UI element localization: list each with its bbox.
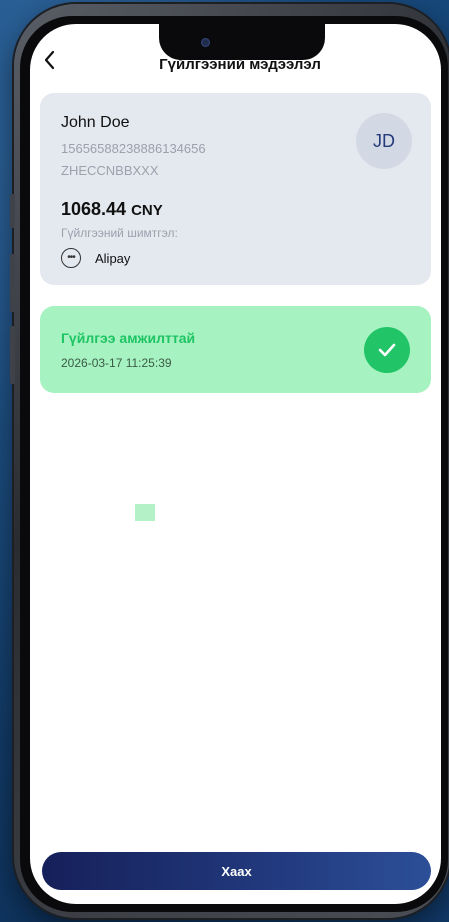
volume-down-button: [10, 326, 15, 384]
fee-label: Гүйлгээний шимтгэл:: [61, 226, 178, 240]
header: Гүйлгээний мэдээлэл: [30, 48, 441, 78]
amount: 1068.44 CNY: [61, 199, 163, 220]
swift-code: ZHECCNBBXXX: [61, 163, 159, 178]
status-card: Гүйлгээ амжилттай 2026-03-17 11:25:39: [40, 306, 431, 393]
account-number: 15656588238886134656: [61, 141, 206, 156]
status-timestamp: 2026-03-17 11:25:39: [61, 356, 172, 370]
chevron-left-icon: [44, 50, 55, 70]
avatar-initials: JD: [373, 130, 395, 151]
page-title: Гүйлгээний мэдээлэл: [159, 56, 321, 73]
back-button[interactable]: [44, 50, 66, 76]
check-circle-icon: [364, 327, 410, 373]
chat-dots-icon: •••: [61, 248, 81, 268]
recipient-name: John Doe: [61, 114, 130, 131]
volume-up-button: [10, 254, 15, 312]
amount-currency: CNY: [131, 202, 163, 219]
mute-switch: [10, 194, 15, 228]
payment-method: ••• Alipay: [61, 248, 130, 268]
front-camera: [201, 38, 210, 47]
recipient-card: John Doe 15656588238886134656 ZHECCNBBXX…: [40, 93, 431, 285]
status-title: Гүйлгээ амжилттай: [61, 330, 196, 346]
artifact-square: [135, 504, 155, 521]
close-button[interactable]: Хаах: [42, 852, 431, 890]
amount-value: 1068.44: [61, 199, 127, 219]
avatar: JD: [356, 113, 412, 169]
check-icon: [378, 343, 396, 357]
payment-method-name: Alipay: [95, 250, 131, 266]
app-screen: Гүйлгээний мэдээлэл John Doe 15656588238…: [30, 24, 441, 904]
